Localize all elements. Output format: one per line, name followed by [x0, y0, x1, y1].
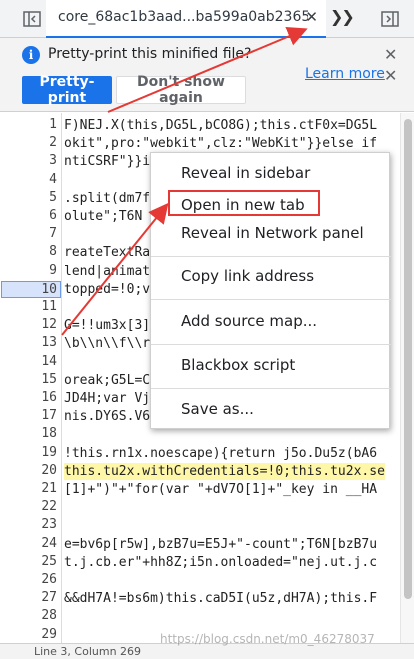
annotation-arrow [61, 202, 169, 336]
annotation-arrow [107, 26, 308, 113]
watermark: https://blog.csdn.net/m0_46278037 [160, 632, 375, 646]
annotation-arrows [61, 26, 308, 336]
